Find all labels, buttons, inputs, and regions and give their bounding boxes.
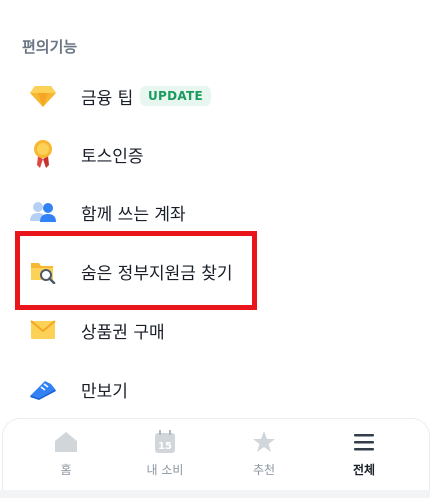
calendar-date: 15: [158, 441, 172, 452]
tab-label: 추천: [252, 463, 276, 477]
section-title: 편의기능: [22, 38, 78, 56]
tab-recommend[interactable]: 추천: [219, 429, 309, 489]
home-icon: [53, 429, 79, 455]
tab-label: 전체: [352, 463, 376, 477]
menu-item-toss-auth[interactable]: 토스인증: [0, 132, 430, 176]
menu-item-label: 금융 팁: [81, 88, 134, 109]
menu-item-gift-card[interactable]: 상품권 구매: [0, 308, 430, 352]
menu-item-financial-tips[interactable]: 금융 팁 UPDATE: [0, 74, 430, 118]
envelope-icon: [28, 315, 58, 345]
menu-item-label: 만보기: [81, 381, 128, 402]
menu-item-label: 상품권 구매: [81, 322, 165, 343]
people-icon: [28, 197, 58, 227]
menu-icon: [351, 429, 377, 455]
star-icon: [251, 429, 277, 455]
menu-item-pedometer[interactable]: 만보기: [0, 367, 430, 411]
calendar-icon: 15: [152, 429, 178, 455]
medal-icon: [28, 139, 58, 169]
tab-all[interactable]: 전체: [319, 429, 409, 489]
tab-my-spending[interactable]: 15 내 소비: [120, 429, 210, 489]
menu-item-shared-account[interactable]: 함께 쓰는 계좌: [0, 190, 430, 234]
bottom-strip: [0, 490, 430, 498]
diamond-icon: [28, 81, 58, 111]
menu-item-label: 토스인증: [81, 146, 144, 167]
tab-home[interactable]: 홈: [21, 429, 111, 489]
highlight-box: [15, 231, 257, 310]
sneaker-icon: [28, 374, 58, 404]
menu-item-label: 함께 쓰는 계좌: [81, 204, 186, 225]
tab-label: 홈: [60, 463, 72, 477]
bottom-tab-bar: 홈 15 내 소비 추천 전체: [2, 418, 430, 498]
tab-label: 내 소비: [146, 463, 184, 477]
update-badge: UPDATE: [140, 86, 212, 106]
